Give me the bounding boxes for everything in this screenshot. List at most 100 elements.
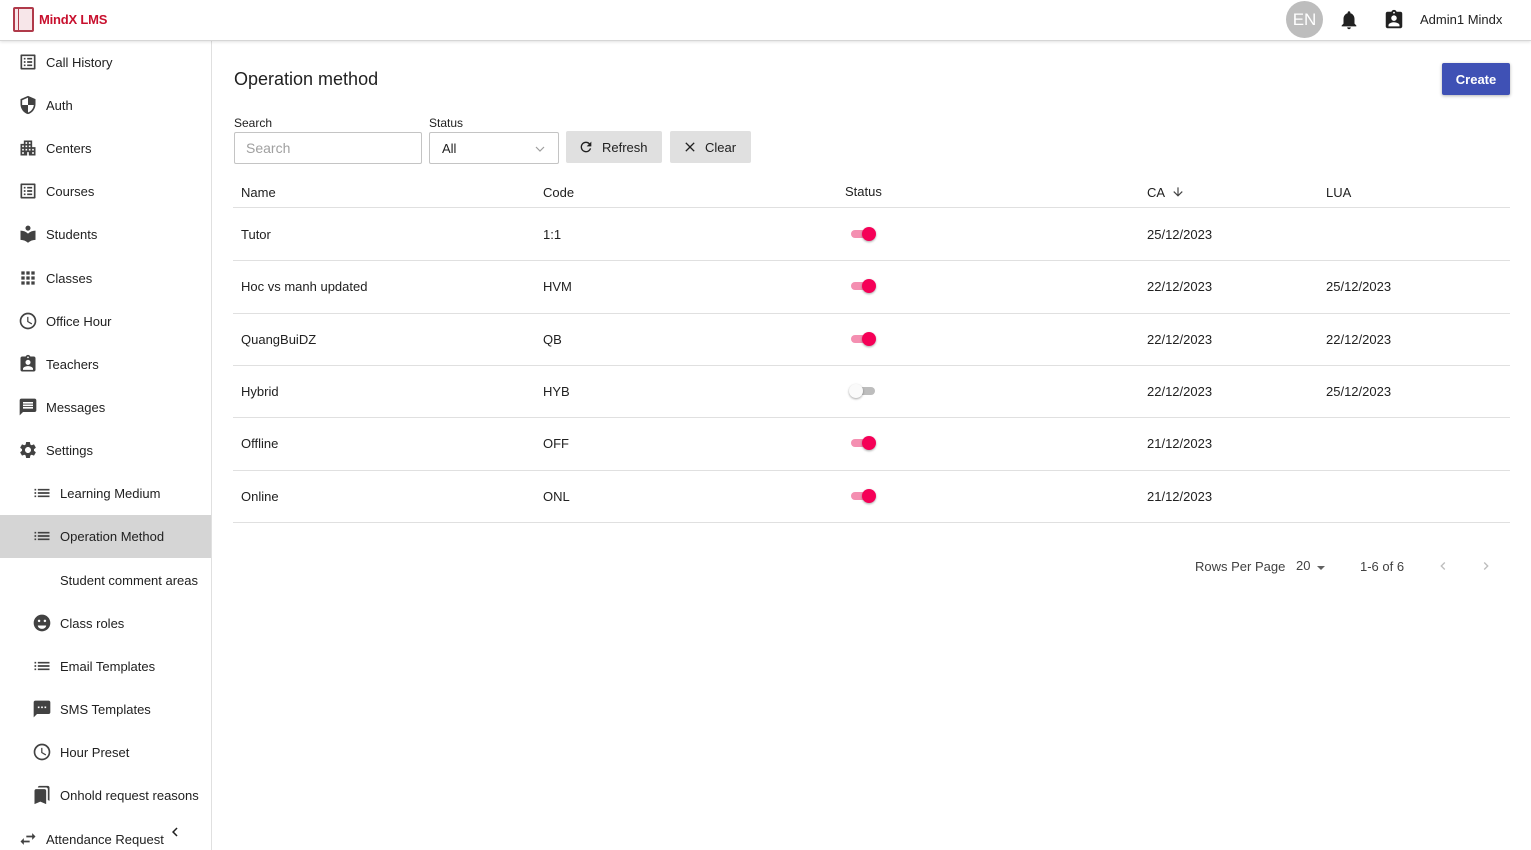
- list-icon: [34, 488, 50, 498]
- sidebar-item-label: Courses: [46, 184, 95, 199]
- bookmark-icon: [34, 785, 50, 805]
- sidebar-item-email-templates[interactable]: Email Templates: [0, 645, 211, 688]
- account-badge-icon[interactable]: [1383, 9, 1405, 31]
- sidebar-item-label: Learning Medium: [60, 486, 161, 501]
- sidebar-item-label: Messages: [46, 400, 106, 415]
- language-switcher[interactable]: EN: [1286, 1, 1323, 38]
- chevron-down-icon: [535, 146, 545, 152]
- search-input[interactable]: [234, 132, 422, 164]
- cell-name: Hoc vs manh updated: [241, 279, 368, 295]
- chevron-left-icon[interactable]: [166, 823, 184, 841]
- status-toggle[interactable]: [849, 381, 877, 401]
- row-divider: [233, 521, 1510, 523]
- logo-book-icon: [13, 7, 34, 32]
- sidebar-item-messages[interactable]: Messages: [0, 386, 211, 429]
- rows-per-page-value: 20: [1296, 558, 1311, 573]
- status-toggle[interactable]: [849, 433, 877, 453]
- sidebar-item-label: Auth: [46, 98, 73, 113]
- cell-name: Hybrid: [241, 383, 279, 399]
- column-header-ca-label: CA: [1147, 185, 1165, 200]
- cell-code: 1:1: [543, 227, 562, 242]
- sidebar-item-label: Teachers: [46, 357, 99, 372]
- header-divider: [233, 207, 1510, 208]
- status-select-value: All: [442, 140, 457, 156]
- cell-code: HYB: [543, 383, 570, 399]
- create-button[interactable]: Create: [1442, 63, 1510, 95]
- sidebar-item-label: Hour Preset: [60, 745, 130, 760]
- clock-icon: [19, 312, 37, 330]
- top-bar: MindX LMS EN Admin1 Mindx: [0, 0, 1531, 41]
- refresh-button[interactable]: Refresh: [566, 131, 662, 163]
- sidebar-item-class-roles[interactable]: Class roles: [0, 602, 211, 645]
- refresh-label: Refresh: [602, 140, 648, 155]
- status-label: Status: [429, 116, 464, 130]
- sidebar-item-centers[interactable]: Centers: [0, 127, 211, 170]
- status-toggle[interactable]: [849, 486, 877, 506]
- cell-ca: 22/12/2023: [1147, 331, 1213, 347]
- close-icon: [685, 142, 695, 152]
- column-header-lua[interactable]: LUA: [1326, 185, 1351, 200]
- row-divider: [233, 469, 1510, 471]
- sidebar-item-student-comment-areas[interactable]: Student comment areas: [0, 559, 211, 602]
- user-name[interactable]: Admin1 Mindx: [1420, 12, 1502, 27]
- row-divider: [233, 364, 1510, 366]
- sidebar-item-label: Students: [46, 227, 98, 242]
- student-book-icon: [20, 225, 36, 243]
- column-header-status[interactable]: Status: [845, 184, 882, 199]
- cell-code: HVM: [543, 279, 572, 295]
- sidebar-item-auth[interactable]: Auth: [0, 84, 211, 127]
- list-icon: [34, 661, 50, 671]
- rows-per-page-label: Rows Per Page: [1195, 559, 1286, 574]
- sidebar-item-courses[interactable]: Courses: [0, 170, 211, 213]
- sidebar-item-label: Operation Method: [60, 529, 165, 544]
- sidebar-item-operation-method[interactable]: Operation Method: [0, 515, 211, 558]
- column-header-ca[interactable]: CA: [1147, 185, 1185, 200]
- building-icon: [20, 140, 36, 156]
- clear-button[interactable]: Clear: [670, 131, 751, 163]
- column-header-name[interactable]: Name: [241, 185, 276, 200]
- cell-ca: 21/12/2023: [1147, 436, 1213, 452]
- chevron-left-icon[interactable]: [1435, 558, 1451, 574]
- column-header-code[interactable]: Code: [543, 185, 574, 200]
- cell-name: Tutor: [241, 227, 271, 242]
- roles-icon: [33, 614, 51, 632]
- status-select[interactable]: All: [429, 132, 559, 164]
- sidebar-item-settings[interactable]: Settings: [0, 429, 211, 472]
- sidebar-item-sms-templates[interactable]: SMS Templates: [0, 688, 211, 731]
- sidebar-item-label: Classes: [46, 271, 93, 286]
- rows-per-page-select[interactable]: 20: [1295, 557, 1329, 577]
- cell-code: ONL: [543, 488, 570, 504]
- grid-icon: [21, 271, 35, 285]
- sidebar-item-label: Settings: [46, 443, 93, 458]
- sidebar-item-learning-medium[interactable]: Learning Medium: [0, 472, 211, 515]
- refresh-icon: [580, 141, 592, 153]
- sidebar-item-hour-preset[interactable]: Hour Preset: [0, 731, 211, 774]
- app-logo[interactable]: MindX LMS: [13, 7, 107, 32]
- sidebar-item-label: Office Hour: [46, 314, 112, 329]
- sidebar-item-call-history[interactable]: Call History: [0, 41, 211, 84]
- sidebar-item-label: Student comment areas: [60, 573, 199, 588]
- cell-code: OFF: [543, 436, 569, 452]
- cell-code: QB: [543, 331, 562, 347]
- sidebar-item-classes[interactable]: Classes: [0, 257, 211, 300]
- sidebar-item-onhold-request-reasons[interactable]: Onhold request reasons: [0, 774, 211, 817]
- chevron-right-icon[interactable]: [1478, 558, 1494, 574]
- sidebar-item-office-hour[interactable]: Office Hour: [0, 300, 211, 343]
- bell-icon[interactable]: [1338, 9, 1360, 31]
- search-label: Search: [234, 116, 273, 130]
- status-toggle[interactable]: [849, 329, 877, 349]
- sidebar-item-students[interactable]: Students: [0, 213, 211, 256]
- cell-ca: 22/12/2023: [1147, 279, 1213, 295]
- shield-icon: [20, 95, 36, 115]
- sidebar-item-label: SMS Templates: [60, 702, 151, 717]
- sidebar-item-label: Attendance Request: [46, 832, 164, 847]
- status-toggle[interactable]: [849, 276, 877, 296]
- swap-icon: [20, 833, 36, 845]
- sidebar-item-label: Onhold request reasons: [60, 788, 199, 803]
- sms-icon: [33, 700, 51, 718]
- cell-ca: 22/12/2023: [1147, 383, 1213, 399]
- pagination-range: 1-6 of 6: [1360, 559, 1405, 574]
- cell-lua: 22/12/2023: [1326, 331, 1392, 347]
- status-toggle[interactable]: [849, 224, 877, 244]
- sidebar-item-teachers[interactable]: Teachers: [0, 343, 211, 386]
